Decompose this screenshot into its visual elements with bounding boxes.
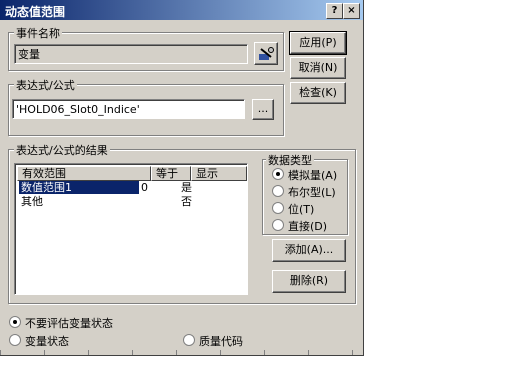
row-display: 否 — [181, 195, 192, 208]
radio-bit-label: 位(T) — [288, 203, 315, 216]
check-button[interactable]: 检查(K) — [290, 82, 346, 104]
expression-label: 表达式/公式 — [14, 77, 77, 93]
radio-analog[interactable] — [272, 168, 284, 180]
tag-picker-icon — [259, 47, 274, 60]
column-header-range[interactable]: 有效范围 — [17, 166, 151, 181]
column-header-display[interactable]: 显示 — [191, 166, 247, 181]
bottom-strip — [0, 350, 363, 355]
help-button[interactable]: ? — [326, 3, 343, 19]
radio-boolean-label: 布尔型(L) — [288, 186, 336, 199]
radio-no-eval[interactable] — [9, 316, 21, 328]
results-table[interactable]: 有效范围 等于 显示 数值范围1 0 是 其他 否 — [14, 163, 248, 295]
add-button[interactable]: 添加(A)... — [272, 239, 346, 262]
delete-button[interactable]: 删除(R) — [272, 270, 346, 293]
radio-var-state[interactable] — [9, 334, 21, 346]
radio-bit[interactable] — [272, 202, 284, 214]
expression-input[interactable]: 'HOLD06_Slot0_Indice' — [12, 99, 245, 119]
apply-button[interactable]: 应用(P) — [289, 31, 347, 55]
row-display: 是 — [181, 181, 192, 194]
column-header-equals[interactable]: 等于 — [151, 166, 191, 181]
radio-quality-code[interactable] — [183, 334, 195, 346]
dynamic-value-range-dialog: 动态值范围 ? × 事件名称 变量 表达式/公式 'HOLD06_Slot0_I… — [0, 0, 364, 356]
row-range: 其他 — [21, 195, 43, 208]
close-button[interactable]: × — [343, 3, 360, 19]
window-title: 动态值范围 — [5, 5, 66, 19]
event-name-label: 事件名称 — [14, 25, 62, 41]
radio-var-state-label: 变量状态 — [25, 335, 69, 348]
cancel-button[interactable]: 取消(N) — [290, 57, 346, 79]
radio-direct[interactable] — [272, 219, 284, 231]
results-label: 表达式/公式的结果 — [14, 142, 110, 158]
title-bar: 动态值范围 ? × — [0, 0, 363, 20]
radio-quality-code-label: 质量代码 — [199, 335, 243, 348]
row-equals: 0 — [141, 181, 148, 194]
event-name-field[interactable]: 变量 — [14, 44, 248, 64]
radio-analog-label: 模拟量(A) — [288, 169, 338, 182]
radio-boolean[interactable] — [272, 185, 284, 197]
browse-button[interactable]: ... — [252, 99, 274, 120]
radio-direct-label: 直接(D) — [288, 220, 328, 233]
data-type-label: 数据类型 — [266, 152, 314, 168]
radio-no-eval-label: 不要评估变量状态 — [25, 317, 113, 330]
table-row[interactable]: 数值范围1 0 是 — [17, 181, 247, 194]
table-row[interactable]: 其他 否 — [17, 195, 247, 208]
row-range: 数值范围1 — [19, 181, 139, 194]
event-select-button[interactable] — [254, 42, 278, 65]
